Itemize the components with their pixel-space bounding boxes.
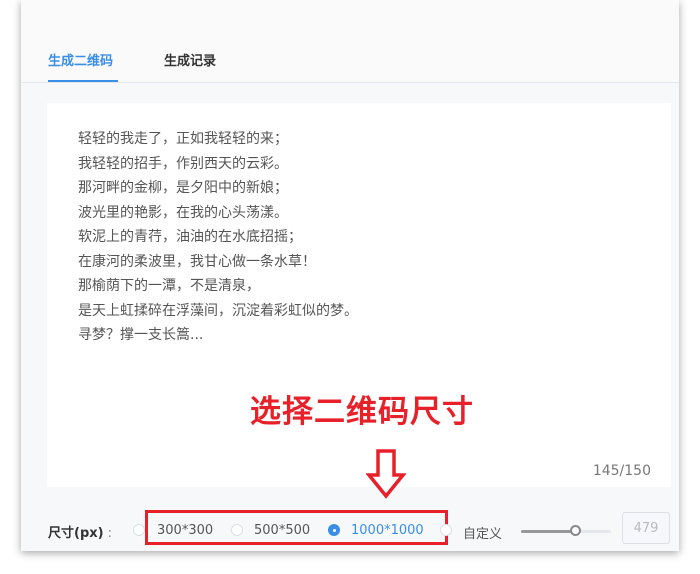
custom-size-input[interactable]: 479 [622, 512, 670, 544]
size-label-colon: : [107, 526, 112, 541]
tab-bar: 生成二维码 生成记录 [21, 0, 679, 83]
active-tab-indicator [48, 80, 118, 82]
char-count: 145/150 [592, 463, 651, 479]
size-label: 尺寸(px): [48, 522, 112, 541]
qr-generator-panel: 生成二维码 生成记录 轻轻的我走了，正如我轻轻的来； 我轻轻的招手，作别西天的云… [21, 0, 679, 551]
textarea-content: 轻轻的我走了，正如我轻轻的来； 我轻轻的招手，作别西天的云彩。 那河畔的金柳，是… [78, 131, 358, 343]
size-label-text: 尺寸(px) [48, 526, 104, 541]
radio-300[interactable] [133, 524, 145, 536]
tab-generate-qr[interactable]: 生成二维码 [48, 50, 113, 69]
slider-thumb[interactable] [570, 525, 581, 536]
annotation-text: 选择二维码尺寸 [250, 394, 474, 430]
annotation-highlight-box [145, 510, 448, 545]
option-custom-label[interactable]: 自定义 [463, 523, 502, 542]
radio-custom[interactable] [440, 524, 452, 536]
down-arrow-icon [366, 449, 406, 499]
tab-history[interactable]: 生成记录 [164, 50, 216, 69]
size-slider[interactable] [521, 525, 611, 536]
slider-fill [521, 530, 575, 533]
